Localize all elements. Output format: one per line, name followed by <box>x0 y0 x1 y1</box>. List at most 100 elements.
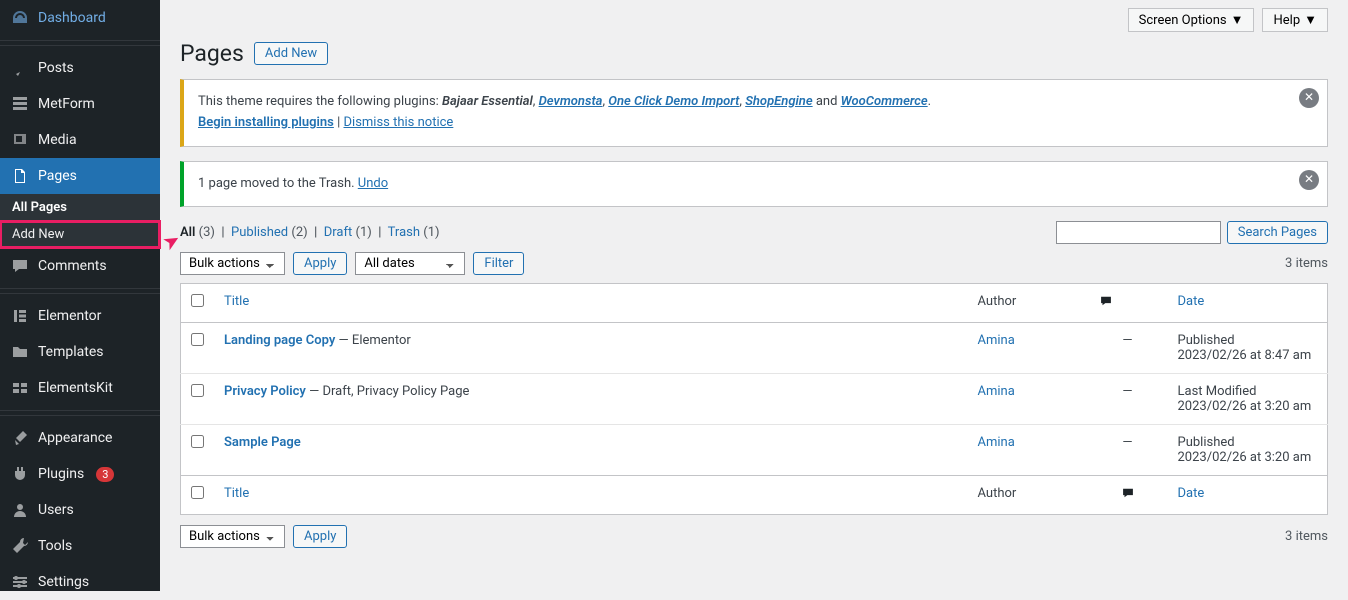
install-plugins-link[interactable]: Begin installing plugins <box>198 115 334 130</box>
comments-cell: — <box>1088 425 1168 476</box>
filter-trash[interactable]: Trash (1) <box>388 225 440 240</box>
page-title-link[interactable]: Sample Page <box>224 435 301 450</box>
label: Trash <box>388 225 420 240</box>
sidebar-item-tools[interactable]: Tools <box>0 528 160 564</box>
search-input[interactable] <box>1056 221 1221 244</box>
bulk-actions-select[interactable]: Bulk actions <box>180 252 285 275</box>
date: 2023/02/26 at 3:20 am <box>1178 399 1312 414</box>
brush-icon <box>10 428 30 448</box>
elementor-icon <box>10 306 30 326</box>
pages-icon <box>10 166 30 186</box>
label: WooCommerce <box>841 94 928 109</box>
row-checkbox[interactable] <box>191 435 204 448</box>
status: Published <box>1178 333 1235 348</box>
date: 2023/02/26 at 8:47 am <box>1178 348 1312 363</box>
table-header: Title Author Date <box>181 284 1328 323</box>
sidebar-item-posts[interactable]: Posts <box>0 50 160 86</box>
label: All <box>180 225 195 240</box>
col-title[interactable]: Title <box>224 294 249 309</box>
plugins-badge: 3 <box>96 467 114 482</box>
row-checkbox[interactable] <box>191 333 204 346</box>
submenu-add-new[interactable]: Add New➤ <box>0 221 160 248</box>
sidebar-item-label: Appearance <box>38 430 112 446</box>
comment-icon <box>1120 486 1136 500</box>
filter-published[interactable]: Published (2) <box>231 225 308 240</box>
count: (2) <box>291 225 307 240</box>
label: One Click Demo Import <box>608 94 739 109</box>
sidebar-item-label: Templates <box>38 344 104 360</box>
close-icon[interactable]: ✕ <box>1299 88 1319 108</box>
chevron-down-icon: ▼ <box>1231 12 1244 28</box>
plug-icon <box>10 464 30 484</box>
bulk-actions-select[interactable]: Bulk actions <box>180 525 285 548</box>
undo-link[interactable]: Undo <box>358 176 388 191</box>
sidebar-item-dashboard[interactable]: Dashboard <box>0 0 160 36</box>
help-button[interactable]: Help ▼ <box>1262 8 1328 32</box>
sidebar-item-media[interactable]: Media <box>0 122 160 158</box>
plugin-link[interactable]: WooCommerce <box>841 94 928 109</box>
trash-notice: 1 page moved to the Trash. Undo ✕ <box>180 161 1328 208</box>
filter-all[interactable]: All (3) <box>180 225 215 240</box>
select-all-checkbox[interactable] <box>191 486 204 499</box>
tablenav-bottom: Bulk actions Apply 3 items <box>180 525 1328 548</box>
col-comments[interactable] <box>1088 476 1168 515</box>
submenu-label: Add New <box>12 227 64 242</box>
plugin-link[interactable]: Devmonsta <box>539 94 603 109</box>
select-all-checkbox[interactable] <box>191 294 204 307</box>
sliders-icon <box>10 572 30 592</box>
author-link[interactable]: Amina <box>978 435 1015 450</box>
sidebar-item-comments[interactable]: Comments <box>0 248 160 284</box>
plugin-link[interactable]: ShopEngine <box>745 94 812 109</box>
page-title-link[interactable]: Landing page Copy <box>224 333 335 348</box>
comment-icon <box>10 256 30 276</box>
sidebar-item-label: Users <box>38 502 74 518</box>
sidebar-item-label: Comments <box>38 258 107 274</box>
col-date[interactable]: Date <box>1178 294 1205 309</box>
pages-table: Title Author Date Landing page Copy — El… <box>180 283 1328 515</box>
plugin-link[interactable]: One Click Demo Import <box>608 94 739 109</box>
sidebar-item-metform[interactable]: MetForm <box>0 86 160 122</box>
sidebar-item-appearance[interactable]: Appearance <box>0 420 160 456</box>
user-icon <box>10 500 30 520</box>
filters: Bulk actions Apply <box>180 525 347 548</box>
sidebar-item-settings[interactable]: Settings <box>0 564 160 600</box>
sidebar-item-label: Posts <box>38 60 74 76</box>
date: 2023/02/26 at 3:20 am <box>1178 450 1312 465</box>
sidebar-item-label: Elementor <box>38 308 101 324</box>
col-comments[interactable] <box>1088 284 1168 323</box>
sidebar-item-elementor[interactable]: Elementor <box>0 298 160 334</box>
row-checkbox[interactable] <box>191 384 204 397</box>
sidebar-item-users[interactable]: Users <box>0 492 160 528</box>
dismiss-notice-link[interactable]: Dismiss this notice <box>344 115 454 130</box>
filter-button[interactable]: Filter <box>473 252 524 275</box>
dates-select[interactable]: All dates <box>355 252 465 275</box>
items-count: 3 items <box>1285 256 1328 271</box>
page-title-link[interactable]: Privacy Policy <box>224 384 306 399</box>
plugin-name: Bajaar Essential <box>442 94 533 109</box>
apply-button[interactable]: Apply <box>293 252 347 275</box>
sidebar-item-templates[interactable]: Templates <box>0 334 160 370</box>
col-date[interactable]: Date <box>1178 486 1205 501</box>
notice-text: 1 page moved to the Trash. <box>198 176 358 191</box>
apply-button[interactable]: Apply <box>293 525 347 548</box>
filter-draft[interactable]: Draft (1) <box>324 225 372 240</box>
sidebar-item-pages[interactable]: Pages <box>0 158 160 194</box>
sidebar-item-elementskit[interactable]: ElementsKit <box>0 370 160 406</box>
screen-options-button[interactable]: Screen Options ▼ <box>1128 8 1255 32</box>
author-link[interactable]: Amina <box>978 384 1015 399</box>
col-author: Author <box>968 476 1088 515</box>
sidebar-separator <box>0 410 160 416</box>
pin-icon <box>10 58 30 78</box>
comments-cell: — <box>1088 374 1168 425</box>
sidebar-item-label: Dashboard <box>38 10 106 26</box>
add-new-button[interactable]: Add New <box>254 42 328 65</box>
sidebar-item-plugins[interactable]: Plugins3 <box>0 456 160 492</box>
col-title[interactable]: Title <box>224 486 249 501</box>
label: Devmonsta <box>539 94 603 109</box>
close-icon[interactable]: ✕ <box>1299 170 1319 190</box>
search-button[interactable]: Search Pages <box>1227 221 1328 244</box>
text: | <box>334 115 344 130</box>
page-title: Pages <box>180 40 244 67</box>
submenu-all-pages[interactable]: All Pages <box>0 194 160 221</box>
author-link[interactable]: Amina <box>978 333 1015 348</box>
